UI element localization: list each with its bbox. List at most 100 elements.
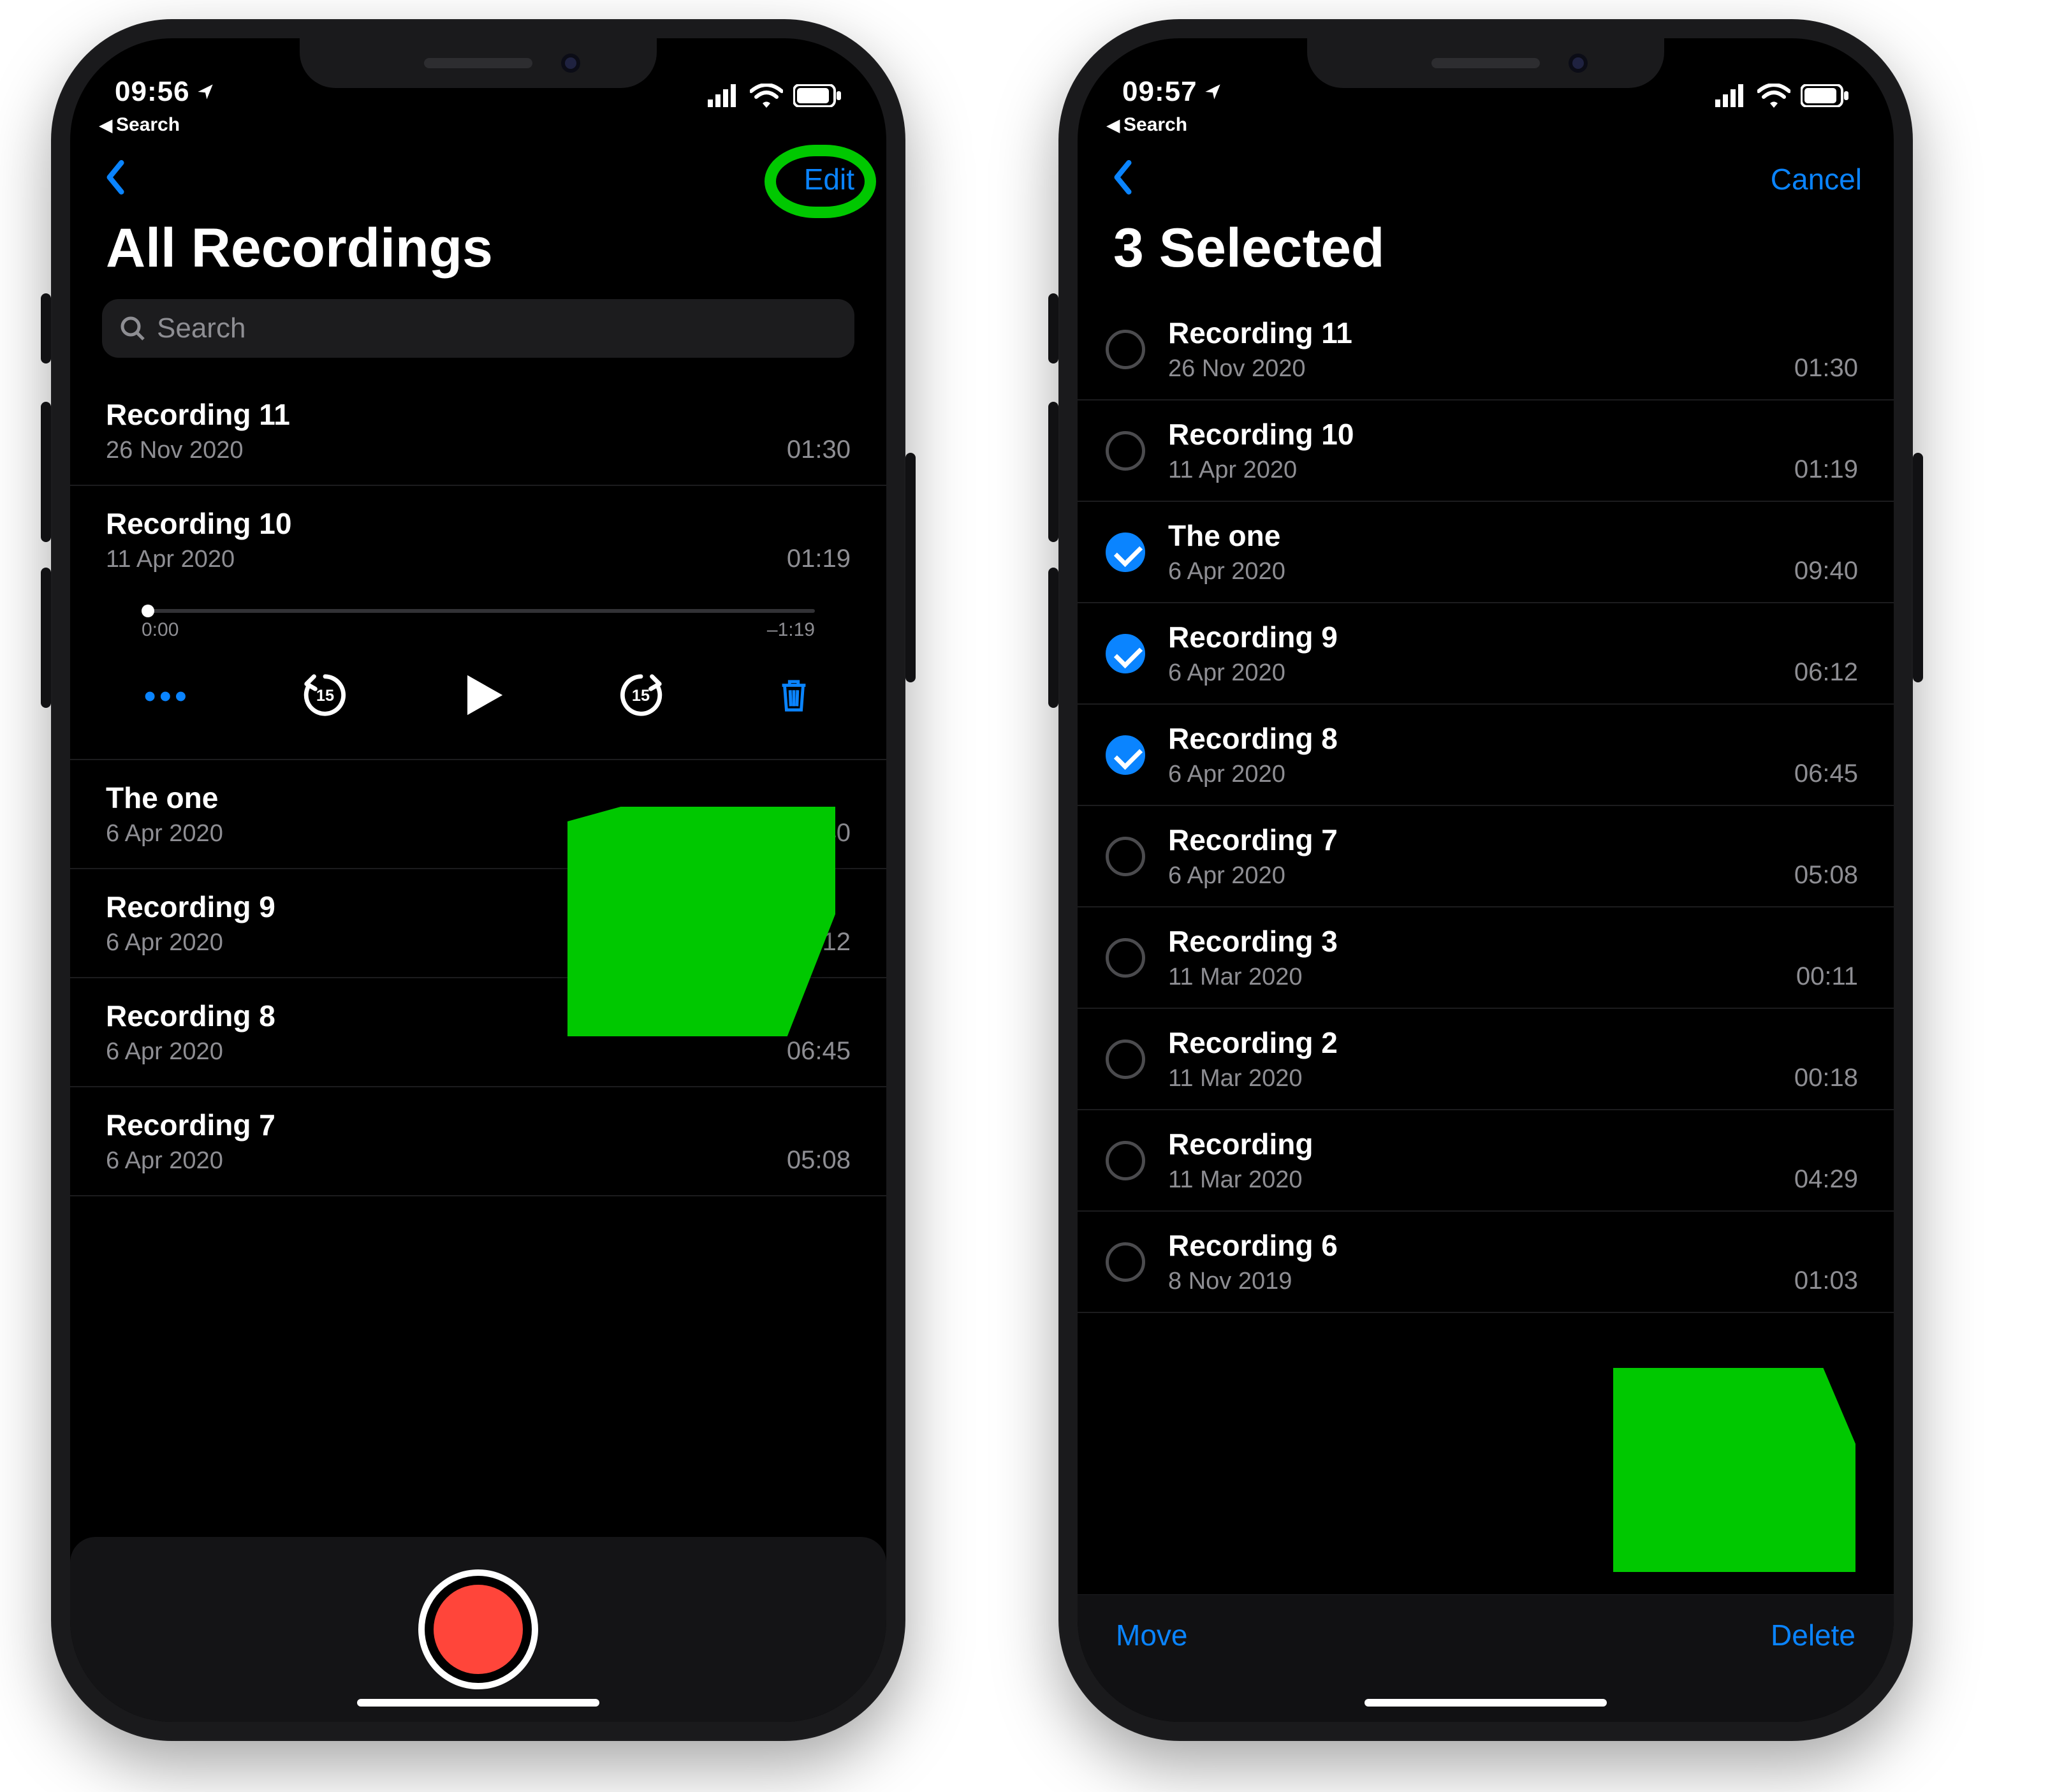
list-item[interactable]: Recording 96 Apr 202006:12 [70,869,886,978]
delete-button[interactable]: Delete [1771,1618,1855,1652]
selection-checkbox[interactable] [1106,837,1145,876]
recording-title: Recording 10 [106,506,291,541]
location-icon [196,83,214,101]
recording-date: 11 Apr 2020 [1168,457,1354,484]
wifi-icon [750,84,783,108]
back-button[interactable] [1109,160,1135,198]
list-item[interactable]: Recording 211 Mar 202000:18 [1078,1009,1894,1110]
breadcrumb[interactable]: ◀ Search [1107,114,1187,136]
list-item[interactable]: Recording 76 Apr 202005:08 [1078,806,1894,907]
recording-list[interactable]: Recording 1126 Nov 202001:30Recording 10… [1078,299,1894,1594]
skip-forward-button[interactable]: 15 [616,670,666,723]
recording-date: 11 Mar 2020 [1168,964,1338,991]
selection-checkbox[interactable] [1106,938,1145,978]
record-bar [70,1537,886,1722]
remaining-time: –1:19 [767,619,815,641]
recording-title: Recording 9 [1168,620,1338,654]
recording-duration: 06:45 [1794,760,1858,788]
record-button[interactable] [425,1576,532,1683]
breadcrumb-back-icon: ◀ [99,115,112,135]
recording-title: Recording 8 [106,999,275,1033]
recording-duration: 01:19 [787,545,851,573]
list-item[interactable]: Recording 86 Apr 202006:45 [1078,705,1894,806]
scrubber[interactable] [142,609,815,613]
breadcrumb-back-icon: ◀ [1107,115,1120,135]
play-button[interactable] [460,672,506,721]
page-title: 3 Selected [1078,204,1894,299]
recording-date: 26 Nov 2020 [1168,355,1352,383]
home-indicator[interactable] [357,1699,599,1707]
recording-date: 6 Apr 2020 [1168,558,1285,585]
more-button[interactable]: ••• [144,692,191,702]
recording-duration: 06:12 [787,928,851,957]
battery-icon [793,84,842,107]
recording-duration: 01:03 [1794,1267,1858,1295]
battery-icon [1801,84,1849,107]
chevron-left-icon [102,160,128,195]
selection-checkbox[interactable] [1106,1141,1145,1180]
list-item[interactable]: Recording 1126 Nov 202001:30 [70,377,886,486]
list-item[interactable]: The one6 Apr 202009:40 [1078,502,1894,603]
selection-checkbox[interactable] [1106,735,1145,775]
list-item[interactable]: Recording 1011 Apr 202001:19 [70,486,886,594]
skip-back-button[interactable]: 15 [300,670,350,723]
cellular-icon [708,84,740,107]
recording-date: 6 Apr 2020 [1168,862,1338,890]
recording-title: The one [1168,518,1285,553]
list-item[interactable]: Recording 76 Apr 202005:08 [70,1087,886,1196]
recording-title: Recording 7 [106,1108,275,1142]
page-title: All Recordings [70,204,886,299]
list-item[interactable]: Recording11 Mar 202004:29 [1078,1110,1894,1212]
cellular-icon [1715,84,1747,107]
list-item[interactable]: Recording 86 Apr 202006:45 [70,978,886,1087]
list-item[interactable]: The one 6 Apr 2020 09:40 [70,760,886,869]
recording-date: 6 Apr 2020 [1168,761,1338,788]
recording-date: 26 Nov 2020 [106,437,290,464]
selection-checkbox[interactable] [1106,1039,1145,1079]
home-indicator[interactable] [1365,1699,1607,1707]
search-input[interactable]: Search [102,299,854,358]
selection-checkbox[interactable] [1106,431,1145,471]
recording-duration: 04:29 [1794,1165,1858,1194]
back-button[interactable] [102,160,128,198]
recording-title: Recording [1168,1127,1313,1161]
recording-title: The one [106,781,223,815]
selection-checkbox[interactable] [1106,1242,1145,1282]
recording-duration: 09:40 [787,819,851,848]
wifi-icon [1757,84,1790,108]
recording-duration: 01:30 [787,436,851,464]
list-item[interactable]: Recording 311 Mar 202000:11 [1078,907,1894,1009]
recording-date: 6 Apr 2020 [106,820,223,848]
recording-list[interactable]: Recording 1126 Nov 202001:30Recording 10… [70,377,886,1537]
search-icon [120,316,145,341]
selection-checkbox[interactable] [1106,330,1145,369]
recording-duration: 06:45 [787,1037,851,1066]
selection-checkbox[interactable] [1106,532,1145,572]
list-item[interactable]: Recording 6 8 Nov 2019 01:03 [1078,1212,1894,1313]
selection-checkbox[interactable] [1106,634,1145,673]
phone-left: 09:56 ◀ Search Edit [51,19,905,1741]
recording-duration: 01:19 [1794,455,1858,484]
recording-duration: 00:18 [1794,1064,1858,1092]
edit-button[interactable]: Edit [804,162,854,196]
list-item[interactable]: Recording 1011 Apr 202001:19 [1078,400,1894,502]
recording-duration: 01:30 [1794,354,1858,383]
recording-title: Recording 9 [106,890,275,924]
status-time: 09:57 [1122,76,1197,108]
list-item[interactable]: Recording 9 6 Apr 2020 06:12 [1078,603,1894,705]
status-time: 09:56 [115,76,190,108]
svg-text:15: 15 [316,687,334,705]
recording-title: Recording 6 [1168,1228,1338,1263]
trash-button[interactable] [775,677,812,717]
cancel-button[interactable]: Cancel [1771,162,1862,196]
recording-duration: 00:11 [1796,962,1858,991]
recording-date: 8 Nov 2019 [1168,1268,1338,1295]
breadcrumb[interactable]: ◀ Search [99,114,180,136]
phone-right: 09:57 ◀ Search Cancel 3 S [1058,19,1913,1741]
move-button[interactable]: Move [1116,1618,1187,1652]
chevron-left-icon [1109,160,1135,195]
list-item[interactable]: Recording 1126 Nov 202001:30 [1078,299,1894,400]
recording-date: 6 Apr 2020 [1168,659,1338,687]
elapsed-time: 0:00 [142,619,179,641]
recording-duration: 06:12 [1794,658,1858,687]
